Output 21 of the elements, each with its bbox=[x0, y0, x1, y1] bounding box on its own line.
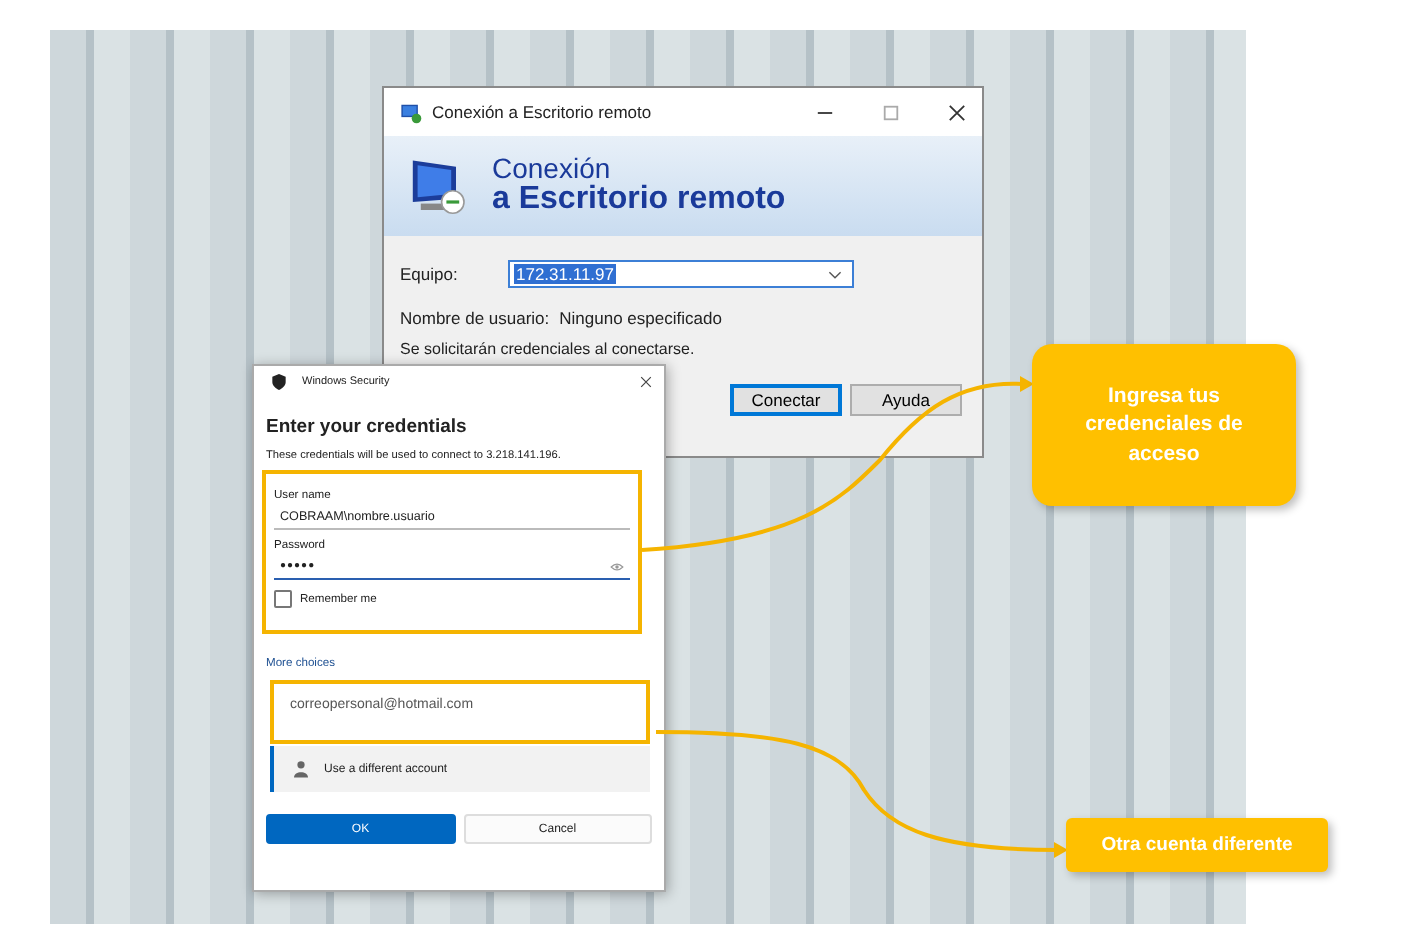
chevron-down-icon bbox=[828, 269, 842, 279]
credentials-note: Se solicitarán credenciales al conectarse. bbox=[400, 340, 695, 358]
window-heading: Conexión bbox=[492, 154, 611, 184]
person-icon bbox=[294, 760, 308, 778]
username-label: Nombre de usuario: bbox=[400, 308, 550, 328]
eye-icon[interactable] bbox=[610, 561, 624, 571]
dialog-heading: Enter your credentials bbox=[266, 416, 469, 438]
username-value: Ninguno especificado bbox=[559, 308, 722, 328]
close-icon[interactable] bbox=[640, 376, 652, 388]
remember-checkbox[interactable] bbox=[274, 590, 292, 608]
callout-label: Ingresa tus credenciales de acceso bbox=[1032, 344, 1296, 506]
computer-combobox[interactable]: 172.31.11.97 bbox=[508, 260, 854, 288]
dialog-button[interactable]: Ayuda bbox=[850, 384, 962, 416]
shield-icon bbox=[272, 374, 286, 390]
window-heading: a Escritorio remoto bbox=[492, 183, 786, 218]
close-icon[interactable] bbox=[948, 103, 966, 121]
monitor-icon bbox=[400, 101, 422, 123]
computer-label: Equipo: bbox=[400, 264, 460, 284]
callout-label: Otra cuenta diferente bbox=[1066, 818, 1328, 872]
window-title: Conexión a Escritorio remoto bbox=[432, 102, 654, 122]
dialog-button[interactable]: Conectar bbox=[730, 384, 842, 416]
